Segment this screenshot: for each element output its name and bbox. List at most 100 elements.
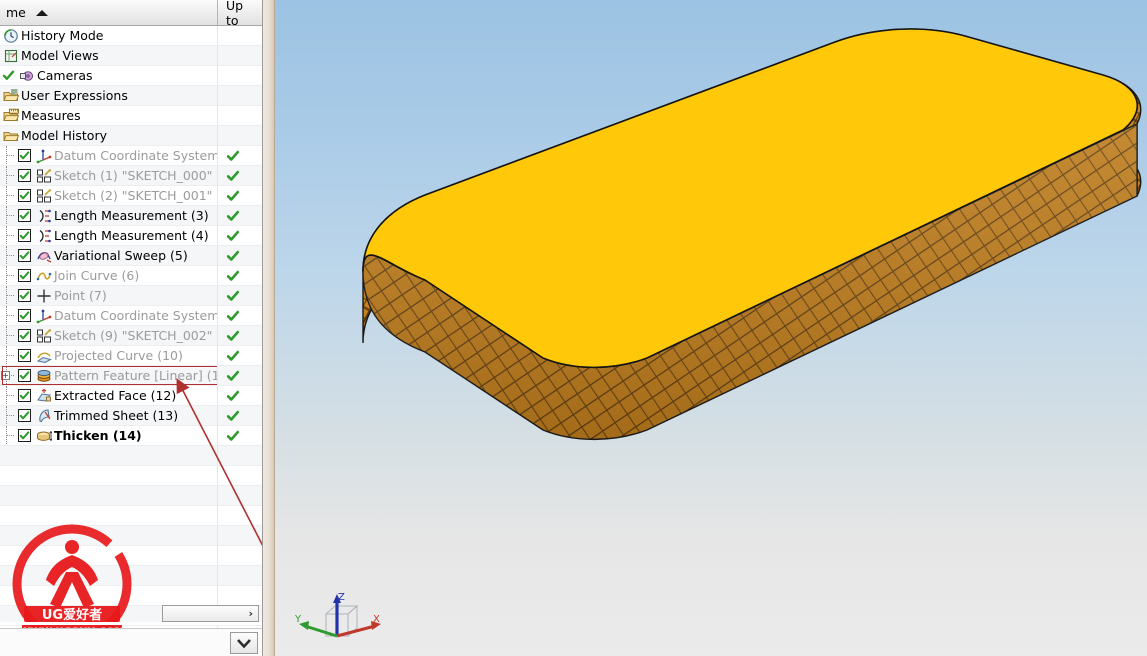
tree-row-name-cell[interactable]: Sketch (2) "SKETCH_001" <box>0 186 218 205</box>
orientation-triad[interactable]: Z X Y <box>291 588 383 648</box>
tree-row-name-cell[interactable]: History Mode <box>0 26 218 45</box>
tree-row-upto-cell[interactable] <box>218 206 262 225</box>
tree-row-label: Model History <box>21 128 107 143</box>
collapse-down-button[interactable] <box>230 632 258 654</box>
tree-row[interactable]: Variational Sweep (5) <box>0 246 262 266</box>
up-to-date-check-icon <box>226 249 240 263</box>
tree-row-upto-cell[interactable] <box>218 426 262 445</box>
tree-row-name-cell[interactable]: Model Views <box>0 46 218 65</box>
feature-checkbox[interactable] <box>18 229 31 242</box>
tree-row-name-cell[interactable]: Point (7) <box>0 286 218 305</box>
tree-row-name-cell[interactable]: Length Measurement (3) <box>0 206 218 225</box>
tree-row[interactable]: Projected Curve (10) <box>0 346 262 366</box>
column-header-name[interactable]: me <box>0 0 218 25</box>
chevron-down-icon <box>237 638 251 648</box>
tree-row-name-cell[interactable]: Thicken (14) <box>0 426 218 445</box>
tree-row-name-cell[interactable]: Sketch (9) "SKETCH_002" <box>0 326 218 345</box>
tree-row-upto-cell[interactable] <box>218 46 262 65</box>
tree-row-upto-cell[interactable] <box>218 306 262 325</box>
tree-row-name-cell[interactable]: Measures <box>0 106 218 125</box>
pattern-feature-icon <box>35 367 52 384</box>
feature-checkbox[interactable] <box>18 389 31 402</box>
tree-row-upto-cell[interactable] <box>218 146 262 165</box>
graphics-viewport[interactable]: Z X Y <box>275 0 1147 656</box>
tree-row[interactable]: Model History <box>0 126 262 146</box>
tree-row-name-cell[interactable]: Sketch (1) "SKETCH_000" <box>0 166 218 185</box>
feature-checkbox[interactable] <box>18 409 31 422</box>
tree-row-label: Variational Sweep (5) <box>54 248 188 263</box>
tree-row[interactable]: Cameras <box>0 66 262 86</box>
tree-row-upto-cell[interactable] <box>218 246 262 265</box>
tree-row-upto-cell[interactable] <box>218 26 262 45</box>
tree-row-upto-cell[interactable] <box>218 406 262 425</box>
tree-row-name-cell[interactable]: Cameras <box>0 66 218 85</box>
tree-row[interactable]: User Expressions <box>0 86 262 106</box>
tree-row[interactable]: Trimmed Sheet (13) <box>0 406 262 426</box>
tree-row-upto-cell[interactable] <box>218 386 262 405</box>
tree-row-upto-cell[interactable] <box>218 346 262 365</box>
feature-checkbox[interactable] <box>18 369 31 382</box>
up-to-date-check-icon <box>226 289 240 303</box>
tree-row[interactable]: + Pattern Feature [Linear] (11) <box>0 366 262 386</box>
column-header-upto[interactable]: Up to <box>218 0 262 28</box>
tree-row-upto-cell[interactable] <box>218 266 262 285</box>
feature-checkbox[interactable] <box>18 329 31 342</box>
tree-row-name-cell[interactable]: Extracted Face (12) <box>0 386 218 405</box>
tree-row[interactable]: Point (7) <box>0 286 262 306</box>
feature-checkbox[interactable] <box>18 269 31 282</box>
tree-row-name-cell[interactable]: Length Measurement (4) <box>0 226 218 245</box>
tree-row[interactable]: Extracted Face (12) <box>0 386 262 406</box>
feature-checkbox[interactable] <box>18 169 31 182</box>
tree-row-upto-cell[interactable] <box>218 366 262 385</box>
feature-checkbox[interactable] <box>18 429 31 442</box>
tree-row-name-cell[interactable]: Datum Coordinate System... <box>0 306 218 325</box>
tree-row[interactable]: Datum Coordinate System... <box>0 306 262 326</box>
up-to-date-check-icon <box>226 349 240 363</box>
tree-row-upto-cell[interactable] <box>218 66 262 85</box>
tree-row-upto-cell[interactable] <box>218 286 262 305</box>
feature-checkbox[interactable] <box>18 209 31 222</box>
feature-checkbox[interactable] <box>18 249 31 262</box>
tree-row-name-cell[interactable]: Variational Sweep (5) <box>0 246 218 265</box>
tree-row[interactable]: Length Measurement (4) <box>0 226 262 246</box>
tree-row-upto-cell[interactable] <box>218 86 262 105</box>
tree-row-label: Trimmed Sheet (13) <box>54 408 179 423</box>
tree-row[interactable]: Thicken (14) <box>0 426 262 446</box>
tree-empty-name-cell <box>0 486 218 505</box>
tree-row-name-cell[interactable]: Join Curve (6) <box>0 266 218 285</box>
tree-row[interactable]: Sketch (9) "SKETCH_002" <box>0 326 262 346</box>
tree-row-name-cell[interactable]: Datum Coordinate System... <box>0 146 218 165</box>
expand-node-button[interactable]: + <box>1 371 10 380</box>
tree-row-upto-cell[interactable] <box>218 186 262 205</box>
tree-row[interactable]: Datum Coordinate System... <box>0 146 262 166</box>
tree-row[interactable]: Sketch (2) "SKETCH_001" <box>0 186 262 206</box>
tree-row-name-cell[interactable]: Projected Curve (10) <box>0 346 218 365</box>
feature-checkbox[interactable] <box>18 309 31 322</box>
triad-z-label: Z <box>338 592 345 603</box>
tree-row-upto-cell[interactable] <box>218 106 262 125</box>
lattice-slab-model[interactable] <box>275 0 1147 656</box>
tree-row-upto-cell[interactable] <box>218 326 262 345</box>
up-to-date-check-icon <box>226 369 240 383</box>
feature-checkbox[interactable] <box>18 189 31 202</box>
tree-row-name-cell[interactable]: Trimmed Sheet (13) <box>0 406 218 425</box>
horizontal-scrollbar[interactable]: › <box>162 605 259 622</box>
tree-empty-name-cell <box>0 546 218 565</box>
tree-row-upto-cell[interactable] <box>218 226 262 245</box>
feature-checkbox[interactable] <box>18 149 31 162</box>
tree-row[interactable]: History Mode <box>0 26 262 46</box>
tree-row[interactable]: Measures <box>0 106 262 126</box>
tree-row[interactable]: Model Views <box>0 46 262 66</box>
feature-checkbox[interactable] <box>18 289 31 302</box>
tree-row-name-cell[interactable]: Model History <box>0 126 218 145</box>
tree-row[interactable]: Sketch (1) "SKETCH_000" <box>0 166 262 186</box>
tree-row[interactable]: Length Measurement (3) <box>0 206 262 226</box>
panel-resize-gutter[interactable] <box>263 0 275 656</box>
tree-row-upto-cell[interactable] <box>218 126 262 145</box>
tree-row-name-cell[interactable]: User Expressions <box>0 86 218 105</box>
feature-tree[interactable]: History Mode Model Views Cameras User Expre… <box>0 26 262 656</box>
tree-row-upto-cell[interactable] <box>218 166 262 185</box>
tree-row[interactable]: Join Curve (6) <box>0 266 262 286</box>
tree-row-name-cell[interactable]: + Pattern Feature [Linear] (11) <box>0 366 218 385</box>
feature-checkbox[interactable] <box>18 349 31 362</box>
